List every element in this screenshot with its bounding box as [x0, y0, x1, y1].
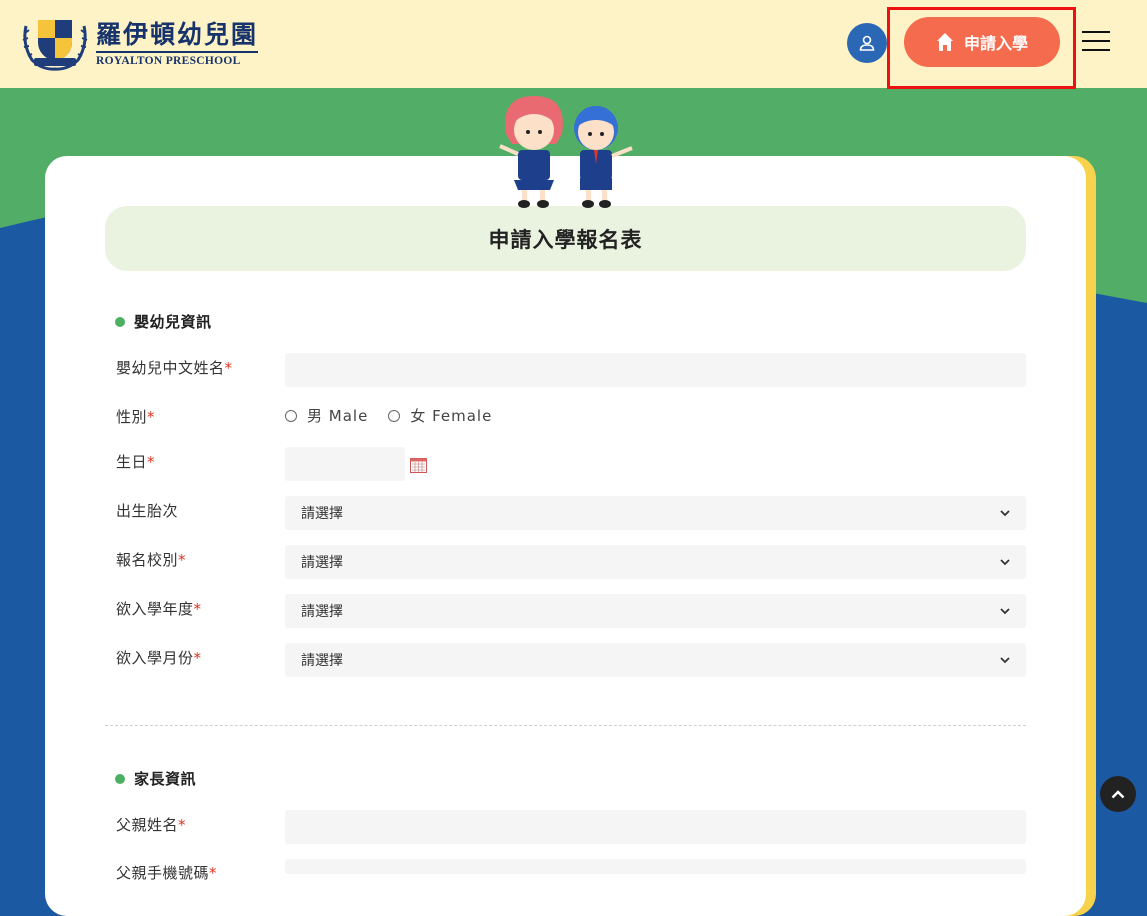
radio-female[interactable] — [388, 409, 401, 422]
gender-label: 性別* — [116, 408, 156, 426]
user-account-button[interactable] — [847, 23, 887, 63]
father-phone-label: 父親手機號碼* — [116, 864, 218, 882]
section-bullet-icon — [115, 773, 125, 784]
radio-male[interactable] — [285, 409, 297, 422]
campus-label: 報名校別* — [116, 551, 187, 569]
section-bullet-icon — [115, 316, 125, 327]
father-name-input[interactable] — [285, 810, 1026, 844]
parent-info-section-title: 家長資訊 — [115, 768, 196, 789]
gender-radio-group: 男 Male 女 Female — [285, 405, 512, 426]
kids-mascot-icon — [499, 96, 633, 208]
birth-order-label: 出生胎次 — [116, 502, 179, 520]
chevron-down-icon — [1000, 607, 1010, 614]
chevron-up-icon — [1111, 789, 1125, 798]
entry-month-label: 欲入學月份* — [116, 649, 202, 667]
school-year-label: 欲入學年度* — [116, 600, 202, 618]
highlight-frame — [887, 7, 1076, 89]
back-to-top-button[interactable] — [1100, 776, 1136, 812]
logo-english-name: ROYALTON PRESCHOOL — [96, 54, 241, 67]
menu-line-icon — [1082, 49, 1110, 51]
birthday-label: 生日* — [116, 453, 156, 471]
section-divider — [105, 725, 1026, 726]
child-name-label: 嬰幼兒中文姓名* — [116, 359, 233, 377]
gender-female-option[interactable]: 女 Female — [388, 405, 492, 426]
chevron-down-icon — [1000, 558, 1010, 565]
child-info-section-title: 嬰幼兒資訊 — [115, 311, 212, 332]
menu-line-icon — [1082, 31, 1110, 33]
child-name-input[interactable] — [285, 353, 1026, 387]
menu-line-icon — [1082, 40, 1110, 42]
campus-select[interactable]: 請選擇 — [285, 545, 1026, 579]
father-name-label: 父親姓名* — [116, 816, 187, 834]
entry-month-select[interactable]: 請選擇 — [285, 643, 1026, 677]
gender-male-option[interactable]: 男 Male — [285, 405, 368, 426]
father-phone-input[interactable] — [285, 859, 1026, 874]
form-title: 申請入學報名表 — [105, 206, 1026, 271]
chevron-down-icon — [1000, 509, 1010, 516]
site-logo[interactable]: 羅伊頓幼兒園 ROYALTON PRESCHOOL — [20, 14, 259, 72]
chevron-down-icon — [1000, 656, 1010, 663]
logo-chinese-name: 羅伊頓幼兒園 — [96, 20, 259, 53]
school-year-select[interactable]: 請選擇 — [285, 594, 1026, 628]
birth-order-select[interactable]: 請選擇 — [285, 496, 1026, 530]
birthday-input[interactable] — [285, 447, 405, 481]
user-icon — [859, 35, 875, 51]
calendar-icon[interactable] — [410, 457, 427, 473]
hamburger-menu-button[interactable] — [1082, 31, 1110, 53]
school-crest-icon — [22, 20, 88, 71]
